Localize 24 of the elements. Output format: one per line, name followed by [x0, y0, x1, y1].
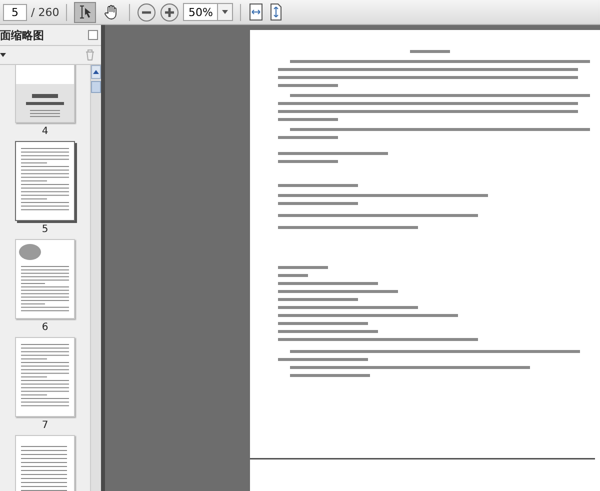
- panel-title: 面缩略图: [0, 28, 44, 42]
- zoom-field[interactable]: 50%: [183, 3, 218, 21]
- hand-icon: [103, 4, 120, 20]
- text-cursor-arrow-icon: [77, 4, 94, 20]
- caret-icon: [93, 70, 99, 74]
- page-label: 7: [42, 420, 48, 431]
- page-thumbnail[interactable]: [15, 435, 75, 491]
- page-label: 5: [42, 224, 48, 235]
- page-number-field[interactable]: 5: [3, 4, 27, 20]
- fit-page-icon[interactable]: [248, 3, 264, 21]
- zoom-out-icon[interactable]: [137, 2, 156, 22]
- scroll-up-button[interactable]: [91, 65, 101, 79]
- page-label: 4: [42, 126, 48, 137]
- zoom-in-icon[interactable]: [160, 2, 180, 22]
- fit-width-icon[interactable]: [268, 3, 284, 21]
- panel-options-button[interactable]: [88, 30, 98, 40]
- select-tool-button[interactable]: [74, 2, 96, 22]
- zoom-dropdown-button[interactable]: [217, 3, 234, 21]
- caret-icon[interactable]: [0, 53, 6, 57]
- caret-icon: [222, 10, 228, 14]
- page-thumbnail[interactable]: [15, 65, 75, 123]
- page-count: / 260: [31, 6, 60, 18]
- page-label: 6: [42, 322, 48, 333]
- scrollbar-thumb[interactable]: [91, 81, 101, 93]
